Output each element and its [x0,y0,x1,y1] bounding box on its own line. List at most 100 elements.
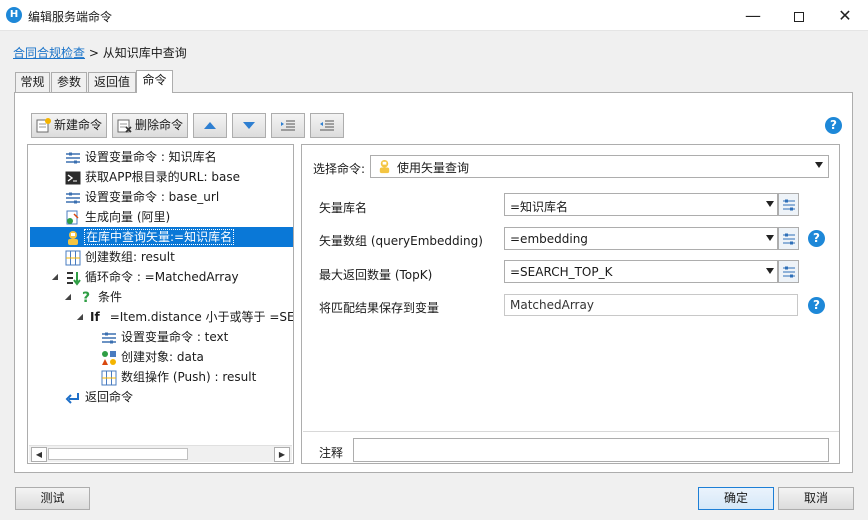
top-k-combo[interactable]: =SEARCH_TOP_K [504,260,778,283]
move-up-button[interactable] [193,113,227,138]
field-value: =知识库名 [510,200,569,214]
field-label: 将匹配结果保存到变量 [319,301,440,315]
chevron-down-icon [766,268,774,274]
minimize-button[interactable]: — [730,0,776,31]
result-variable-input[interactable]: MatchedArray [504,294,798,316]
tree-item-label: 返回命令 [85,390,134,404]
vector-query-icon [68,230,78,245]
tree-item-label: 设置变量命令 : 知识库名 [85,150,217,164]
vector-db-name-combo[interactable]: =知识库名 [504,193,778,216]
tree-item[interactable]: 数组操作 (Push) : result [101,367,256,387]
vector-icon [66,210,79,224]
tree-item[interactable]: 获取APP根目录的URL: base [65,167,240,187]
field-help-icon[interactable]: ? [808,230,825,247]
tab-command[interactable]: 命令 [136,70,173,93]
delete-command-icon [117,119,132,133]
arrow-up-icon [204,122,216,129]
note-input[interactable] [353,438,829,462]
breadcrumb-separator: > [88,46,99,60]
field-label: 矢量数组 (queryEmbedding) [319,234,483,248]
variable-picker-button[interactable] [778,193,799,216]
title-bar: H 编辑服务端命令 — ✕ [0,0,868,31]
set-variable-icon [102,332,116,343]
variable-picker-icon [783,266,795,278]
tree-item-label: 生成向量 (阿里) [85,210,171,224]
field-label: 最大返回数量 (TopK) [319,268,433,282]
move-down-button[interactable] [232,113,266,138]
tab-return-value[interactable]: 返回值 [88,72,136,92]
outdent-button[interactable] [310,113,344,138]
tree-item[interactable]: 返回命令 [65,387,133,407]
breadcrumb-current: 从知识库中查询 [102,46,187,60]
tree-item-label: 设置变量命令 : base_url [85,190,220,204]
tree-item[interactable]: If =Item.distance 小于或等于 =SEA [90,307,294,327]
delete-command-label: 删除命令 [135,118,184,132]
array-icon [101,370,117,385]
tree-item[interactable]: 设置变量命令 : base_url [65,187,219,207]
close-button[interactable]: ✕ [822,0,868,31]
toolbar-help-icon[interactable]: ? [825,117,842,134]
field-value: =SEARCH_TOP_K [510,265,613,279]
maximize-icon [794,11,804,22]
scroll-thumb[interactable] [48,448,188,460]
arrow-down-icon [243,122,255,129]
tree-item[interactable]: 创建数组: result [65,247,175,267]
tree-item-label: 数组操作 (Push) : result [121,370,257,384]
maximize-button[interactable] [776,0,822,31]
tab-general[interactable]: 常规 [15,72,50,92]
chevron-down-icon [766,235,774,241]
set-variable-icon [66,192,80,203]
set-variable-icon [66,152,80,163]
command-select[interactable]: 使用矢量查询 [370,155,829,178]
variable-picker-button[interactable] [778,260,799,283]
chevron-down-icon [766,201,774,207]
tree-item-label: 条件 [98,290,123,304]
divider [303,431,839,432]
tree-item-label: 设置变量命令 : text [121,330,229,344]
tree-item-label: 循环命令 : =MatchedArray [85,270,239,284]
tree-item-label: 创建对象: data [121,350,204,364]
terminal-icon [65,171,81,184]
breadcrumb-link[interactable]: 合同合规检查 [13,46,85,60]
chevron-down-icon [815,162,823,168]
collapse-icon[interactable]: ◢ [63,287,73,307]
cancel-button[interactable]: 取消 [778,487,854,510]
tree-item-label: =Item.distance 小于或等于 =SEA [109,310,294,324]
tree-item-label: 在库中查询矢量:=知识库名 [83,229,235,245]
ok-button[interactable]: 确定 [698,487,774,510]
tree-item[interactable]: 设置变量命令 : text [101,327,228,347]
command-select-value: 使用矢量查询 [397,161,470,175]
loop-icon [67,271,81,286]
app-logo-icon: H [6,7,22,23]
new-command-icon [36,118,51,133]
return-icon [65,392,79,404]
tree-horizontal-scrollbar[interactable]: ◀ ▶ [29,445,292,462]
scroll-right-button[interactable]: ▶ [274,447,290,462]
collapse-icon[interactable]: ◢ [75,307,85,327]
indent-button[interactable] [271,113,305,138]
tree-item[interactable]: ? 条件 [78,287,122,307]
query-embedding-combo[interactable]: =embedding [504,227,778,250]
field-help-icon[interactable]: ? [808,297,825,314]
tree-item-selected[interactable]: 在库中查询矢量:=知识库名 [30,227,293,247]
condition-icon: ? [81,289,91,306]
note-label: 注释 [319,446,344,460]
tree-item[interactable]: 生成向量 (阿里) [65,207,170,227]
delete-command-button[interactable]: 删除命令 [112,113,188,138]
array-icon [65,250,81,265]
vector-query-icon [379,159,390,174]
tab-parameters[interactable]: 参数 [51,72,87,92]
tree-item[interactable]: 设置变量命令 : 知识库名 [65,147,217,167]
new-command-label: 新建命令 [54,118,103,132]
tree-item[interactable]: 循环命令 : =MatchedArray [65,267,239,287]
scroll-left-button[interactable]: ◀ [31,447,47,462]
test-button[interactable]: 测试 [15,487,90,510]
window-title: 编辑服务端命令 [28,10,113,24]
object-icon [102,350,116,365]
field-value: =embedding [510,232,588,246]
tree-item-label: 获取APP根目录的URL: base [85,170,240,184]
collapse-icon[interactable]: ◢ [50,267,60,287]
tree-item[interactable]: 创建对象: data [101,347,204,367]
variable-picker-button[interactable] [778,227,799,250]
new-command-button[interactable]: 新建命令 [31,113,107,138]
